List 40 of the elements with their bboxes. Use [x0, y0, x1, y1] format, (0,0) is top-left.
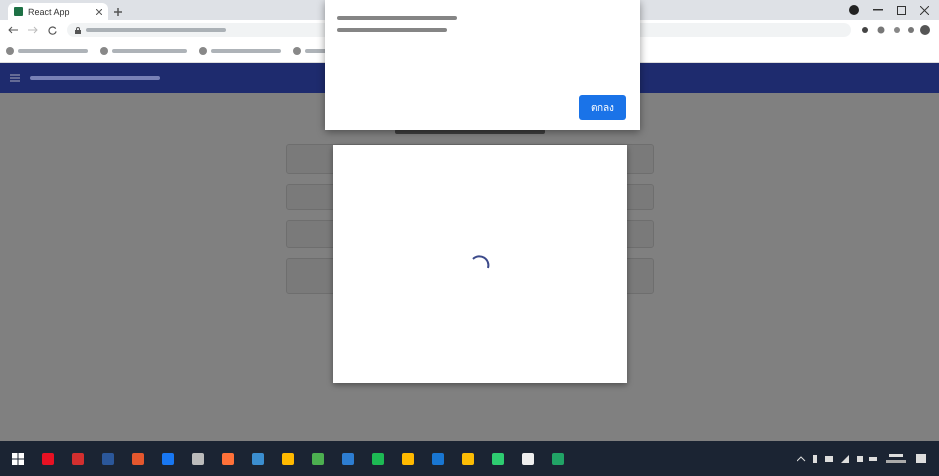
taskbar-app-icon[interactable] — [192, 453, 204, 465]
taskbar-app-icon[interactable] — [402, 453, 414, 465]
taskbar-app-icon[interactable] — [42, 453, 54, 465]
lock-icon — [75, 26, 81, 34]
taskbar-app-icon[interactable] — [552, 453, 564, 465]
taskbar-app-icon[interactable] — [492, 453, 504, 465]
taskbar-app-icon[interactable] — [222, 453, 234, 465]
close-icon[interactable] — [96, 8, 102, 14]
bookmark[interactable] — [199, 47, 281, 55]
taskbar-app-icon[interactable] — [342, 453, 354, 465]
close-icon[interactable] — [920, 6, 929, 14]
taskbar-app-icon[interactable] — [282, 453, 294, 465]
ok-button[interactable]: ตกลง — [579, 95, 626, 120]
new-tab-icon[interactable] — [114, 8, 122, 16]
taskbar-app-icon[interactable] — [162, 453, 174, 465]
bookmark[interactable] — [100, 47, 187, 55]
taskbar-app-icon[interactable] — [102, 453, 114, 465]
taskbar-app-icon[interactable] — [252, 453, 264, 465]
notification-icon[interactable] — [915, 453, 927, 465]
maximize-icon[interactable] — [897, 6, 906, 14]
taskbar-app-icon[interactable] — [72, 453, 84, 465]
taskbar-app-icon[interactable] — [462, 453, 474, 465]
page-icon — [14, 7, 23, 16]
extension-icons-drawing — [861, 24, 931, 36]
minimize-icon[interactable] — [873, 9, 883, 11]
browser-tab[interactable]: React App — [8, 3, 108, 20]
back-arrow-icon[interactable] — [8, 26, 18, 34]
taskbar-app-icon[interactable] — [372, 453, 384, 465]
menu-icon[interactable] — [10, 74, 20, 82]
taskbar-app-icon[interactable] — [522, 453, 534, 465]
bookmark[interactable] — [6, 47, 88, 55]
windows-start-icon[interactable] — [12, 453, 24, 465]
forward-arrow-icon[interactable] — [28, 26, 38, 34]
tab-title: React App — [28, 6, 70, 16]
taskbar-app-icon[interactable] — [432, 453, 444, 465]
taskbar-app-icon[interactable] — [132, 453, 144, 465]
reload-icon[interactable] — [48, 26, 57, 34]
profile-icon[interactable] — [849, 5, 859, 15]
clock-drawing — [885, 452, 907, 466]
taskbar-app-icon[interactable] — [312, 453, 324, 465]
